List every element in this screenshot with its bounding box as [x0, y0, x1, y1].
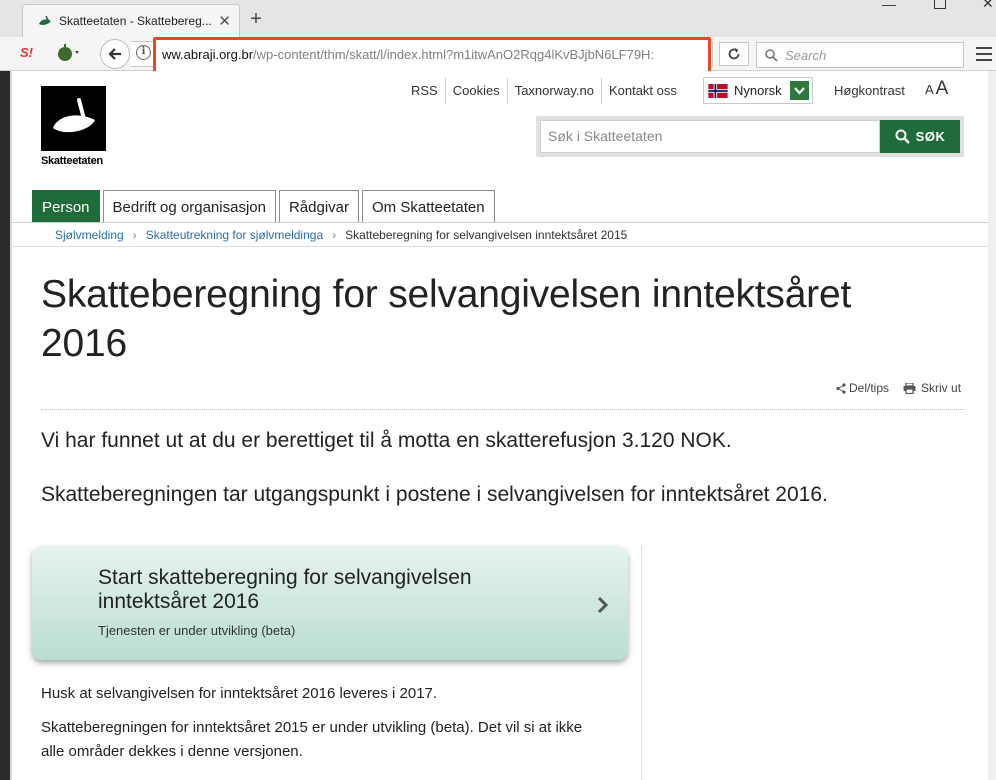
- web-page: [0, 71, 996, 780]
- url-domain: ww.abraji.org.br: [162, 47, 254, 62]
- new-tab-icon[interactable]: +: [246, 8, 266, 31]
- addon-leaf-icon[interactable]: [56, 44, 82, 62]
- deadline-note: Husk at selvangivelsen for inntektsåret …: [41, 685, 438, 702]
- title-divider: [41, 409, 965, 410]
- hamburger-menu-icon[interactable]: [976, 47, 992, 65]
- right-scroll-gutter: [988, 71, 996, 780]
- toplink-rss[interactable]: RSS: [404, 78, 445, 104]
- skatteetaten-favicon-icon: [39, 15, 51, 25]
- toplink-contact[interactable]: Kontakt oss: [600, 78, 684, 104]
- start-calculation-button[interactable]: Start skatteberegning for selvangivelsen…: [32, 546, 628, 660]
- tab-person[interactable]: Person: [32, 190, 100, 223]
- browser-tab-active[interactable]: Skatteetaten - Skattebereg... ✕: [22, 4, 240, 37]
- site-search: Søk i Skatteetaten SØK: [536, 116, 964, 157]
- column-divider: [641, 546, 642, 780]
- chevron-right-icon: ›: [132, 228, 137, 242]
- site-search-button-label: SØK: [915, 129, 946, 144]
- top-links: RSS Cookies Taxnorway.no Kontakt oss: [404, 78, 684, 104]
- beta-note: Skatteberegningen for inntektsåret 2015 …: [41, 719, 583, 760]
- breadcrumb-item[interactable]: Skatteutrekning for sjølvmeldinga: [146, 228, 323, 242]
- tab-advisor[interactable]: Rådgivar: [278, 190, 359, 223]
- share-icon: [836, 382, 846, 394]
- high-contrast-link[interactable]: Høgkontrast: [834, 83, 905, 98]
- address-bar[interactable]: ww.abraji.org.br/wp-content/thm/skatt/l/…: [162, 47, 700, 62]
- reload-button[interactable]: [719, 42, 749, 66]
- share-links: Del/tips Skriv ut: [836, 381, 961, 395]
- chevron-down-icon: [790, 81, 809, 100]
- chevron-right-icon: [597, 596, 609, 614]
- toplink-taxnorway[interactable]: Taxnorway.no: [506, 78, 601, 104]
- minimize-window-icon[interactable]: —: [882, 0, 896, 12]
- print-icon: [903, 382, 916, 394]
- share-label: Del/tips: [849, 381, 890, 395]
- breadcrumb: Sjølvmelding › Skatteutrekning for sjølv…: [55, 228, 627, 242]
- left-page-border: [10, 71, 12, 780]
- font-size-small[interactable]: A: [925, 82, 934, 97]
- tabs-divider: [12, 222, 988, 223]
- chevron-right-icon: ›: [332, 228, 337, 242]
- browser-tab-bar: Skatteetaten - Skattebereg... ✕ + — ✕: [0, 0, 996, 37]
- norway-flag-icon: [708, 83, 728, 98]
- tab-business[interactable]: Bedrift og organisasjon: [102, 190, 276, 223]
- left-window-edge: [0, 71, 10, 780]
- refund-message: Vi har funnet ut at du er berettiget til…: [41, 429, 732, 452]
- browser-tab-title: Skatteetaten - Skattebereg...: [59, 14, 212, 28]
- browser-search-placeholder: Search: [785, 48, 827, 63]
- info-icon[interactable]: i: [136, 45, 151, 60]
- back-button[interactable]: [100, 39, 130, 69]
- browser-nav-bar: S! i ww.abraji.org.br/wp-content/thm/ska…: [0, 37, 996, 75]
- start-calculation-subtitle: Tjenesten er under utvikling (beta): [98, 623, 296, 638]
- logo-caption: Skatteetaten: [41, 155, 103, 167]
- breadcrumb-item[interactable]: Sjølvmelding: [55, 228, 124, 242]
- close-tab-icon[interactable]: ✕: [218, 12, 231, 30]
- share-link[interactable]: Del/tips: [836, 381, 889, 395]
- print-link[interactable]: Skriv ut: [903, 381, 961, 395]
- start-calculation-title: Start skatteberegning for selvangivelsen…: [98, 566, 472, 613]
- site-search-input[interactable]: Søk i Skatteetaten: [540, 120, 880, 153]
- print-label: Skriv ut: [921, 381, 962, 395]
- maximize-window-icon[interactable]: [934, 0, 946, 9]
- skatteetaten-logo-icon: [53, 98, 95, 133]
- tab-about[interactable]: Om Skatteetaten: [362, 190, 495, 223]
- search-icon: [765, 49, 778, 62]
- page-title: Skatteberegning for selvangivelsen innte…: [41, 273, 852, 365]
- main-navigation: Person Bedrift og organisasjon Rådgivar …: [32, 190, 498, 223]
- font-size-toggle[interactable]: AA: [925, 78, 948, 100]
- language-value: Nynorsk: [734, 83, 782, 98]
- reload-icon: [728, 48, 740, 60]
- close-window-icon[interactable]: ✕: [982, 0, 994, 11]
- skatteetaten-logo[interactable]: [41, 86, 106, 151]
- arrow-left-icon: [108, 48, 121, 60]
- calculation-basis-text: Skatteberegningen tar utgangspunkt i pos…: [41, 483, 828, 506]
- toolbar-addon-icon[interactable]: S!: [20, 45, 33, 60]
- breadcrumb-current: Skatteberegning for selvangivelsen innte…: [345, 228, 628, 242]
- search-icon: [895, 129, 910, 144]
- browser-search-input[interactable]: Search: [756, 42, 964, 68]
- site-search-button[interactable]: SØK: [880, 120, 960, 153]
- language-select[interactable]: Nynorsk: [703, 77, 813, 104]
- font-size-large[interactable]: A: [936, 78, 949, 99]
- url-path: /wp-content/thm/skatt/l/index.html?m1itw…: [253, 47, 655, 62]
- toplink-cookies[interactable]: Cookies: [444, 78, 507, 104]
- breadcrumb-divider: [12, 246, 988, 247]
